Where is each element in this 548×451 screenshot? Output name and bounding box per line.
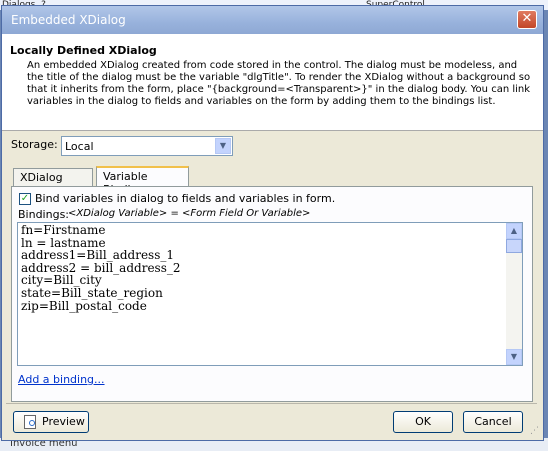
dialog-window: Embedded XDialog ✕ Locally Defined XDial…: [1, 5, 544, 441]
header-description: An embedded XDialog created from code st…: [27, 60, 531, 107]
tab-xdialog-code[interactable]: XDialog Code: [13, 168, 93, 197]
header-title: Locally Defined XDialog: [10, 44, 157, 57]
preview-button[interactable]: Preview: [13, 411, 89, 433]
bindings-label: Bindings:: [18, 208, 70, 221]
storage-value: Local: [65, 140, 94, 153]
preview-label: Preview: [42, 415, 85, 428]
scroll-up-icon[interactable]: ▲: [506, 223, 522, 239]
dialog-header: Locally Defined XDialog An embedded XDia…: [2, 34, 543, 131]
binding-line: address1=Bill_address_1: [21, 248, 174, 263]
scrollbar-thumb[interactable]: [506, 239, 522, 253]
bindings-hint: <XDialog Variable> = <Form Field Or Vari…: [68, 208, 311, 219]
add-binding-link[interactable]: Add a binding...: [18, 373, 105, 386]
title-bar[interactable]: Embedded XDialog ✕: [2, 6, 543, 34]
binding-line: fn=Firstname: [21, 223, 106, 237]
window-title: Embedded XDialog: [11, 13, 126, 27]
bind-variables-checkbox[interactable]: ✓: [19, 193, 31, 205]
chevron-down-icon[interactable]: ▼: [215, 138, 231, 154]
tab-variable-binding[interactable]: Variable Binding: [96, 166, 189, 196]
scroll-down-icon[interactable]: ▼: [506, 349, 522, 365]
binding-line: state=Bill_state_region: [21, 285, 163, 300]
vertical-scrollbar[interactable]: ▲ ▼: [506, 223, 522, 365]
bind-variables-label[interactable]: Bind variables in dialog to fields and v…: [35, 192, 335, 205]
divider: [6, 403, 537, 404]
cancel-button[interactable]: Cancel: [463, 411, 523, 433]
resize-grip-icon[interactable]: ⋰: [530, 427, 540, 437]
binding-line: zip=Bill_postal_code: [21, 298, 147, 313]
storage-label: Storage:: [11, 138, 58, 151]
close-icon[interactable]: ✕: [517, 10, 537, 29]
preview-icon: [24, 415, 36, 429]
ok-button[interactable]: OK: [393, 411, 453, 433]
storage-select[interactable]: Local ▼: [61, 136, 233, 156]
bindings-code: fn=Firstname ln = lastname address1=Bill…: [21, 224, 181, 312]
variable-binding-panel: ✓ Bind variables in dialog to fields and…: [11, 186, 533, 402]
bindings-textarea[interactable]: fn=Firstname ln = lastname address1=Bill…: [17, 222, 523, 366]
